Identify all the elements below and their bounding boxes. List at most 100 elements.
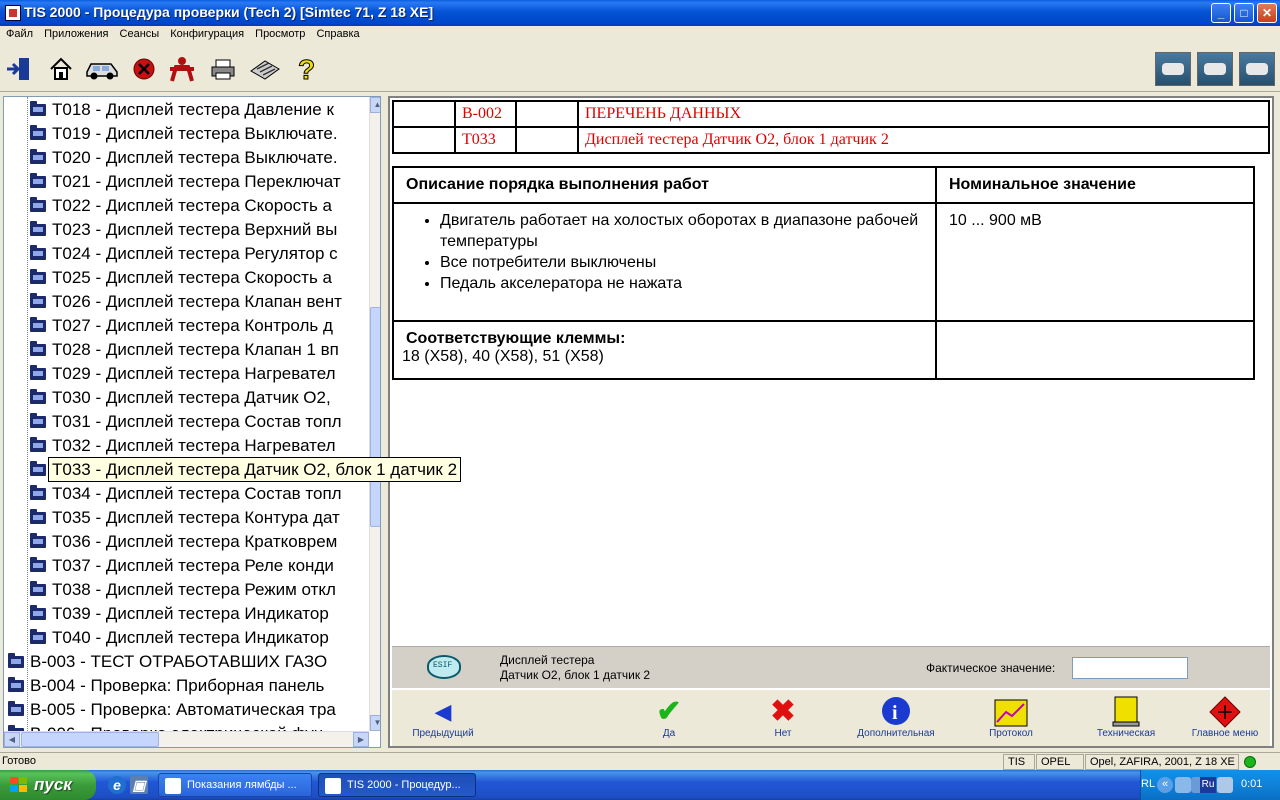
show-hidden-icons-icon[interactable]: « — [1157, 777, 1173, 793]
tree-horizontal-scrollbar[interactable]: ◀ ▶ — [4, 731, 369, 747]
tree-item[interactable]: T032 - Дисплей тестера Нагревател — [30, 435, 336, 457]
tree-item[interactable]: B-003 - ТЕСТ ОТРАБОТАВШИХ ГАЗО — [8, 651, 327, 673]
print-icon[interactable] — [208, 54, 238, 84]
menu-help[interactable]: Справка — [312, 26, 363, 40]
exit-icon[interactable] — [4, 54, 34, 84]
tree-item[interactable]: T039 - Дисплей тестера Индикатор — [30, 603, 329, 625]
vehicle-diagnostics-icon[interactable] — [1155, 52, 1191, 86]
tree-item[interactable]: T031 - Дисплей тестера Состав топл — [30, 411, 342, 433]
value-bar: Дисплей тестера Датчик О2, блок 1 датчик… — [392, 646, 1270, 688]
desktop-icon[interactable]: ▣ — [130, 776, 148, 794]
tree-item[interactable]: T028 - Дисплей тестера Клапан 1 вп — [30, 339, 339, 361]
scroll-up-icon[interactable]: ▲ — [370, 97, 380, 113]
scroll-thumb[interactable] — [370, 307, 380, 527]
technical-button[interactable]: Техническая — [1081, 690, 1171, 746]
help-icon[interactable]: ? — [292, 54, 322, 84]
folder-icon — [30, 269, 46, 284]
folder-icon — [30, 629, 46, 644]
menu-sessions[interactable]: Сеансы — [116, 26, 164, 40]
tree-item[interactable]: T037 - Дисплей тестера Реле конди — [30, 555, 334, 577]
menu-view[interactable]: Просмотр — [251, 26, 309, 40]
tooltip: T033 - Дисплей тестера Датчик О2, блок 1… — [48, 457, 462, 482]
actual-value-label: Фактическое значение: — [926, 661, 1056, 675]
menu-file[interactable]: Файл — [0, 26, 37, 40]
folder-icon — [8, 677, 24, 692]
tray-app-icon[interactable] — [1175, 777, 1191, 793]
tree-item[interactable]: T022 - Дисплей тестера Скорость а — [30, 195, 332, 217]
tree-item[interactable]: T020 - Дисплей тестера Выключате. — [30, 147, 338, 169]
notebook-icon — [1081, 696, 1171, 728]
person-icon[interactable] — [167, 54, 197, 84]
clock[interactable]: 0:01 — [1241, 778, 1262, 790]
scroll-down-icon[interactable]: ▼ — [370, 715, 380, 731]
tree-item[interactable]: T024 - Дисплей тестера Регулятор с — [30, 243, 338, 265]
maximize-button[interactable]: □ — [1234, 3, 1254, 23]
chart-icon — [966, 696, 1056, 728]
tree-item[interactable]: T030 - Дисплей тестера Датчик О2, — [30, 387, 331, 409]
table-cell: B-002 — [454, 100, 517, 128]
scroll-right-icon[interactable]: ▶ — [353, 732, 369, 747]
window-title: TIS 2000 - Процедура проверки (Tech 2) [… — [24, 4, 434, 20]
stop-icon[interactable] — [129, 54, 159, 84]
additional-info-button[interactable]: i Дополнительная — [851, 690, 941, 746]
internet-explorer-icon[interactable]: e — [108, 776, 126, 794]
tree-item[interactable]: T035 - Дисплей тестера Контура дат — [30, 507, 340, 529]
table-row: B-002 ПЕРЕЧЕНЬ ДАННЫХ — [392, 100, 1270, 128]
tree-item[interactable]: T034 - Дисплей тестера Состав топл — [30, 483, 342, 505]
tree-item[interactable]: T026 - Дисплей тестера Клапан вент — [30, 291, 342, 313]
folder-icon — [30, 485, 46, 500]
tree-item[interactable]: T021 - Дисплей тестера Переключат — [30, 171, 341, 193]
folder-icon — [30, 245, 46, 260]
tray-volume-icon[interactable] — [1217, 777, 1233, 793]
minimize-button[interactable]: _ — [1211, 3, 1231, 23]
folder-icon — [30, 461, 46, 476]
table-cell — [392, 100, 456, 128]
protocol-button[interactable]: Протокол — [966, 690, 1056, 746]
folder-icon — [30, 365, 46, 380]
tree-item[interactable]: T038 - Дисплей тестера Режим откл — [30, 579, 336, 601]
tree-item[interactable]: T029 - Дисплей тестера Нагревател — [30, 363, 336, 385]
scroll-left-icon[interactable]: ◀ — [4, 732, 20, 747]
table-row: Описание порядка выполнения работ Номина… — [392, 166, 1255, 204]
vehicle-icon[interactable] — [85, 54, 119, 84]
tree-item[interactable]: T027 - Дисплей тестера Контроль д — [30, 315, 333, 337]
tree-item[interactable]: B-004 - Проверка: Приборная панель — [8, 675, 324, 697]
yes-button[interactable]: ✔ Да — [624, 690, 714, 746]
tree-item[interactable]: T023 - Дисплей тестера Верхний вы — [30, 219, 337, 241]
tree-item[interactable]: T036 - Дисплей тестера Кратковрем — [30, 531, 337, 553]
keyboard-icon[interactable] — [248, 54, 282, 84]
tree-vertical-scrollbar[interactable]: ▲ ▼ — [369, 97, 380, 731]
taskbar-item-tis[interactable]: TIS 2000 - Процедур... — [318, 773, 476, 797]
main-menu-button[interactable]: Главное меню — [1180, 690, 1270, 746]
tree-item[interactable]: B-005 - Проверка: Автоматическая тра — [8, 699, 336, 721]
start-button[interactable]: пуск — [0, 770, 96, 800]
menu-configuration[interactable]: Конфигурация — [166, 26, 248, 40]
keyboard-layout-indicator[interactable]: Ru — [1200, 777, 1216, 793]
conditions-list: Двигатель работает на холостых оборотах … — [440, 210, 935, 294]
taskbar-item-browser[interactable]: Показания лямбды ... — [158, 773, 312, 797]
table-cell — [515, 100, 579, 128]
ambulance-icon[interactable] — [1197, 52, 1233, 86]
table-cell — [935, 320, 1255, 380]
tree-item[interactable]: T019 - Дисплей тестера Выключате. — [30, 123, 338, 145]
close-button[interactable]: ✕ — [1257, 3, 1277, 23]
table-cell: ПЕРЕЧЕНЬ ДАННЫХ — [577, 100, 1270, 128]
scroll-thumb[interactable] — [21, 732, 159, 747]
taskbar: пуск e ▣ Показания лямбды ... TIS 2000 -… — [0, 770, 1280, 800]
tree-item[interactable]: T018 - Дисплей тестера Давление к — [30, 99, 334, 121]
tray-lang-indicator[interactable]: RL — [1141, 769, 1155, 799]
menu-bar: Файл Приложения Сеансы Конфигурация Прос… — [0, 26, 1280, 44]
car-service-icon[interactable] — [1239, 52, 1275, 86]
list-item: Двигатель работает на холостых оборотах … — [440, 210, 935, 252]
tree-item[interactable]: T025 - Дисплей тестера Скорость а — [30, 267, 332, 289]
menu-applications[interactable]: Приложения — [40, 26, 112, 40]
windows-logo-icon — [10, 777, 28, 793]
toolbar: ? — [0, 46, 1280, 92]
no-button[interactable]: ✖ Нет — [738, 690, 828, 746]
actual-value-input[interactable] — [1072, 657, 1188, 679]
folder-icon — [30, 197, 46, 212]
home-icon[interactable] — [46, 54, 76, 84]
tree-item[interactable]: T040 - Дисплей тестера Индикатор — [30, 627, 329, 649]
previous-button[interactable]: ◀ Предыдущий — [398, 690, 488, 746]
folder-icon — [30, 125, 46, 140]
